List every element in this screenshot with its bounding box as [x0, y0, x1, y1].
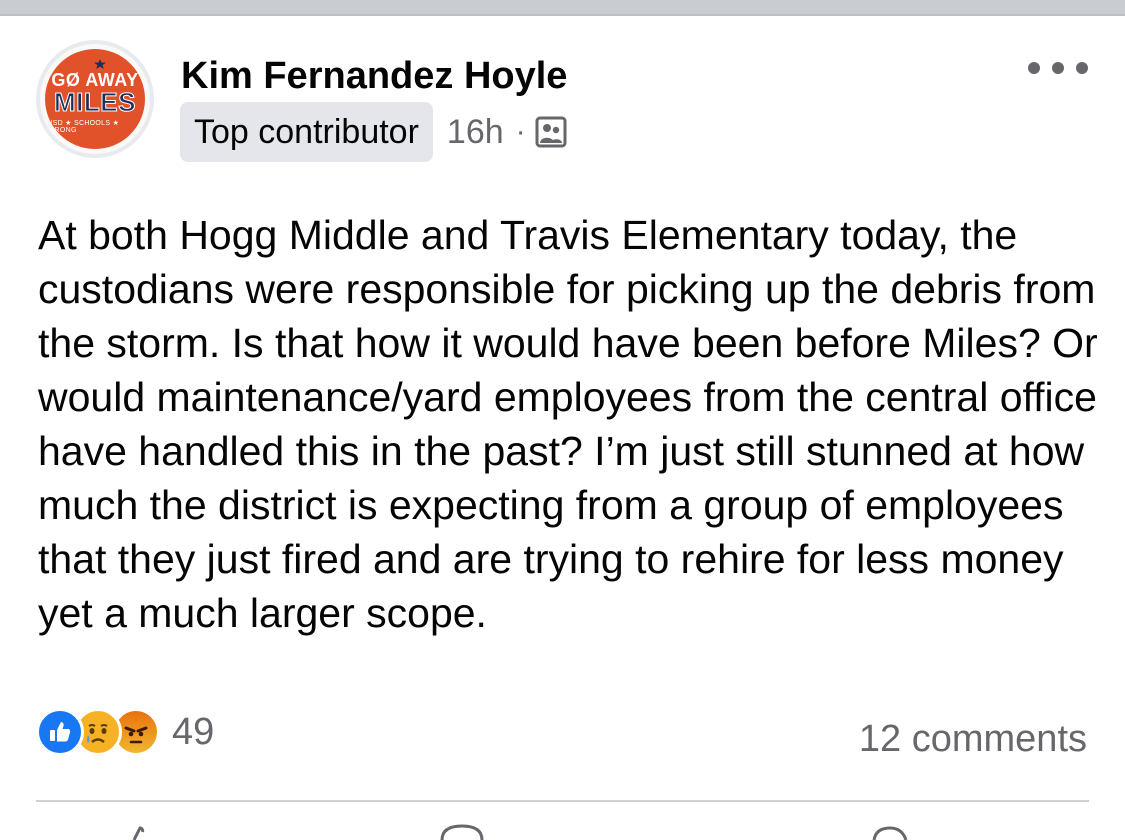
group-members-icon [535, 116, 567, 148]
logo-bottom-text: HISD ★ SCHOOLS ★ STRONG [45, 119, 120, 134]
like-action-icon[interactable] [120, 822, 160, 840]
actions-divider [36, 800, 1089, 802]
go-away-miles-logo: GØ AWAY MILES HISD ★ SCHOOLS ★ STRONG [45, 49, 145, 149]
author-name-link[interactable]: Kim Fernandez Hoyle [181, 55, 567, 98]
comment-bubble-icon [440, 824, 484, 840]
post-meta-row: Top contributor 16h · [180, 102, 568, 162]
author-avatar[interactable]: GØ AWAY MILES HISD ★ SCHOOLS ★ STRONG [36, 40, 154, 158]
group-audience-icon[interactable] [534, 115, 568, 149]
thumbs-up-icon [50, 722, 71, 742]
more-dot-icon [1052, 62, 1064, 74]
logo-top-text: GØ AWAY [51, 69, 139, 90]
logo-main-text: MILES [54, 86, 136, 117]
reactions-summary[interactable]: 49 [36, 706, 214, 758]
like-icon [36, 708, 84, 756]
post-timestamp[interactable]: 16h [447, 113, 504, 152]
comments-count-link[interactable]: 12 comments [859, 718, 1087, 761]
texas-star-icon [94, 59, 106, 69]
more-dot-icon [1076, 62, 1088, 74]
reaction-count: 49 [172, 710, 215, 753]
thumbs-up-outline-icon [132, 826, 145, 840]
sad-face-icon [87, 724, 108, 744]
comment-action-icon[interactable] [438, 822, 486, 840]
top-separator-bar [0, 0, 1125, 16]
post-text: At both Hogg Middle and Travis Elementar… [38, 212, 1098, 636]
more-options-button[interactable] [1028, 58, 1088, 78]
angry-face-icon [124, 726, 148, 744]
top-contributor-badge[interactable]: Top contributor [180, 102, 433, 162]
share-arrow-icon [872, 826, 908, 840]
meta-separator: · [515, 115, 526, 148]
more-dot-icon [1028, 62, 1040, 74]
avatar-frame: GØ AWAY MILES HISD ★ SCHOOLS ★ STRONG [40, 44, 150, 154]
share-action-icon[interactable] [866, 822, 914, 840]
